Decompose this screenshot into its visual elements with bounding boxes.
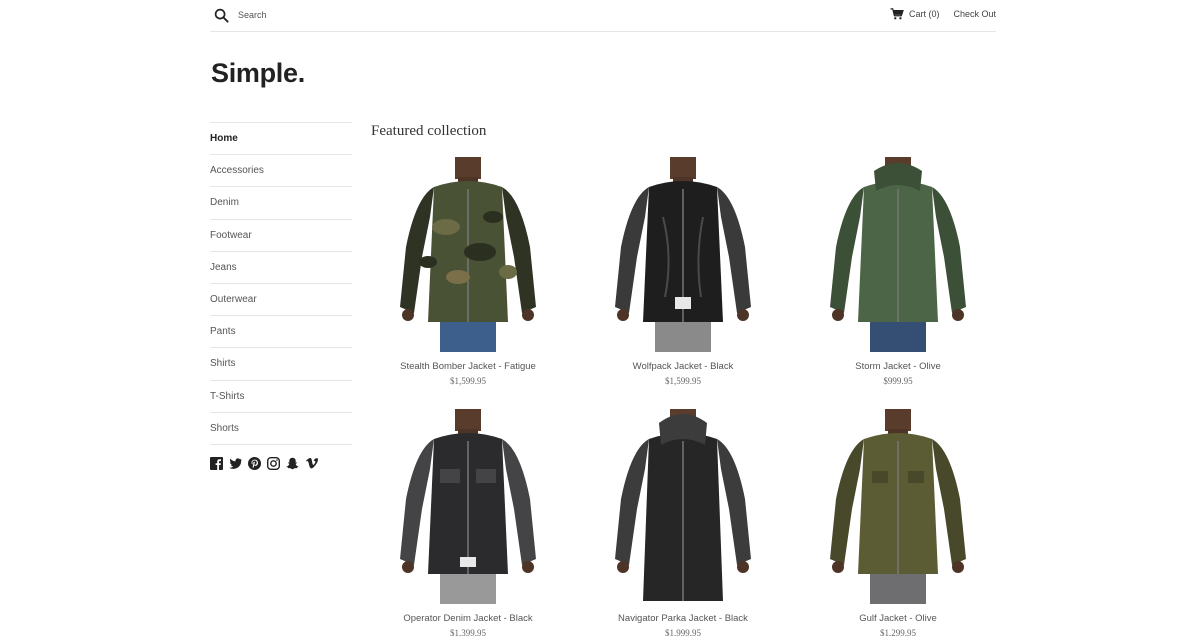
sidebar-item-shirts[interactable]: Shirts — [210, 348, 352, 381]
sidebar-item-label[interactable]: Shorts — [210, 423, 239, 434]
checkout-link[interactable]: Check Out — [953, 9, 996, 19]
snapchat-icon[interactable] — [286, 457, 299, 470]
featured-collection-title: Featured collection — [371, 123, 487, 139]
sidebar-item-accessories[interactable]: Accessories — [210, 155, 352, 188]
sidebar-item-shorts[interactable]: Shorts — [210, 413, 352, 445]
search-input[interactable] — [238, 10, 358, 20]
product-image[interactable] — [368, 157, 568, 352]
cart-area: Cart (0) Check Out — [890, 8, 996, 20]
product-image[interactable] — [368, 409, 568, 604]
vimeo-icon[interactable] — [305, 457, 318, 470]
product-price: $1,399.95 — [450, 628, 486, 636]
product-image[interactable] — [798, 157, 998, 352]
sidebar-item-home[interactable]: Home — [210, 123, 352, 156]
sidebar-menu: Home Accessories Denim Footwear Jeans Outerwe… — [210, 122, 352, 445]
sidebar-item-jeans[interactable]: Jeans — [210, 252, 352, 284]
product-name[interactable]: Navigator Parka Jacket - Black — [583, 613, 783, 624]
sidebar-item-footwear[interactable]: Footwear — [210, 220, 352, 252]
product-price: $1,999.95 — [665, 628, 701, 636]
product-price: $1,299.95 — [880, 628, 916, 636]
product-card[interactable]: Wolfpack Jacket - Black $1,599.95 — [583, 157, 783, 386]
twitter-icon[interactable] — [229, 457, 242, 470]
sidebar-item-t-shirts[interactable]: T-Shirts — [210, 381, 352, 413]
product-card[interactable]: Gulf Jacket - Olive $1,299.95 — [798, 409, 998, 636]
sidebar-item-label[interactable]: Pants — [210, 326, 236, 337]
store-logo[interactable]: Simple. — [211, 58, 305, 89]
sidebar: Home Accessories Denim Footwear Jeans Outerwe… — [210, 122, 352, 470]
product-name[interactable]: Gulf Jacket - Olive — [798, 613, 998, 624]
product-image[interactable] — [583, 409, 783, 604]
sidebar-item-label[interactable]: Shirts — [210, 358, 236, 369]
product-card[interactable]: Operator Denim Jacket - Black $1,399.95 — [368, 409, 568, 636]
search-icon[interactable] — [214, 8, 229, 23]
sidebar-item-label[interactable]: Denim — [210, 197, 239, 208]
cart-link[interactable]: Cart (0) — [909, 9, 940, 19]
top-bar: Cart (0) Check Out — [210, 0, 996, 32]
sidebar-item-denim[interactable]: Denim — [210, 187, 352, 220]
sidebar-item-label[interactable]: Accessories — [210, 165, 264, 176]
sidebar-item-label[interactable]: Jeans — [210, 262, 237, 273]
sidebar-item-label[interactable]: T-Shirts — [210, 391, 244, 402]
product-name[interactable]: Operator Denim Jacket - Black — [368, 613, 568, 624]
product-name[interactable]: Storm Jacket - Olive — [798, 361, 998, 372]
sidebar-item-pants[interactable]: Pants — [210, 316, 352, 349]
cart-icon[interactable] — [890, 8, 904, 20]
pinterest-icon[interactable] — [248, 456, 261, 470]
product-price: $1,599.95 — [450, 376, 486, 386]
product-price: $1,599.95 — [665, 376, 701, 386]
product-card[interactable]: Stealth Bomber Jacket - Fatigue $1,599.95 — [368, 157, 568, 386]
search-form — [214, 6, 358, 24]
sidebar-item-label[interactable]: Home — [210, 133, 238, 144]
product-image[interactable] — [583, 157, 783, 352]
sidebar-item-label[interactable]: Footwear — [210, 230, 252, 241]
facebook-icon[interactable] — [210, 456, 223, 470]
product-card[interactable]: Navigator Parka Jacket - Black $1,999.95 — [583, 409, 783, 636]
product-name[interactable]: Wolfpack Jacket - Black — [583, 361, 783, 372]
sidebar-item-outerwear[interactable]: Outerwear — [210, 284, 352, 317]
product-image[interactable] — [798, 409, 998, 604]
product-card[interactable]: Storm Jacket - Olive $999.95 — [798, 157, 998, 386]
sidebar-item-label[interactable]: Outerwear — [210, 294, 257, 305]
product-price: $999.95 — [883, 376, 913, 386]
social-links — [210, 456, 352, 470]
instagram-icon[interactable] — [267, 456, 280, 470]
product-name[interactable]: Stealth Bomber Jacket - Fatigue — [368, 361, 568, 372]
